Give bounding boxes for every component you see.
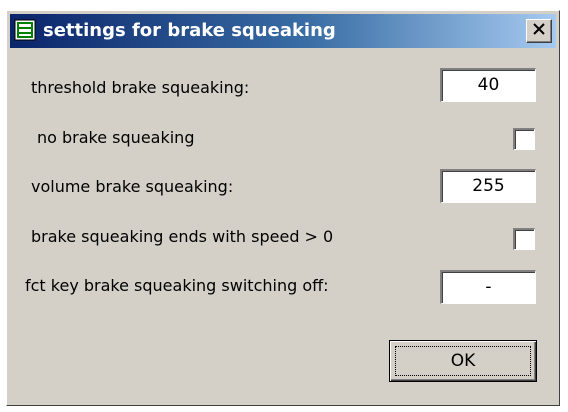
ends-with-speed-checkbox[interactable]	[513, 228, 535, 250]
ok-button[interactable]: OK	[389, 340, 537, 382]
close-icon	[532, 22, 546, 40]
close-button[interactable]	[526, 19, 552, 43]
threshold-input[interactable]: 40	[440, 68, 536, 102]
no-squeak-label: no brake squeaking	[37, 128, 195, 147]
settings-dialog: settings for brake squeaking threshold b…	[6, 10, 560, 406]
dialog-title: settings for brake squeaking	[43, 20, 336, 41]
fct-key-input[interactable]: -	[440, 270, 536, 304]
ends-with-speed-label: brake squeaking ends with speed > 0	[31, 227, 334, 246]
volume-label: volume brake squeaking:	[31, 177, 234, 196]
title-bar[interactable]: settings for brake squeaking	[10, 14, 556, 48]
threshold-label: threshold brake squeaking:	[31, 78, 250, 97]
no-squeak-checkbox[interactable]	[513, 128, 535, 150]
ok-button-label: OK	[395, 346, 531, 376]
fct-key-label: fct key brake squeaking switching off:	[25, 276, 329, 295]
window-app-icon	[14, 19, 36, 41]
volume-input[interactable]: 255	[440, 169, 536, 203]
